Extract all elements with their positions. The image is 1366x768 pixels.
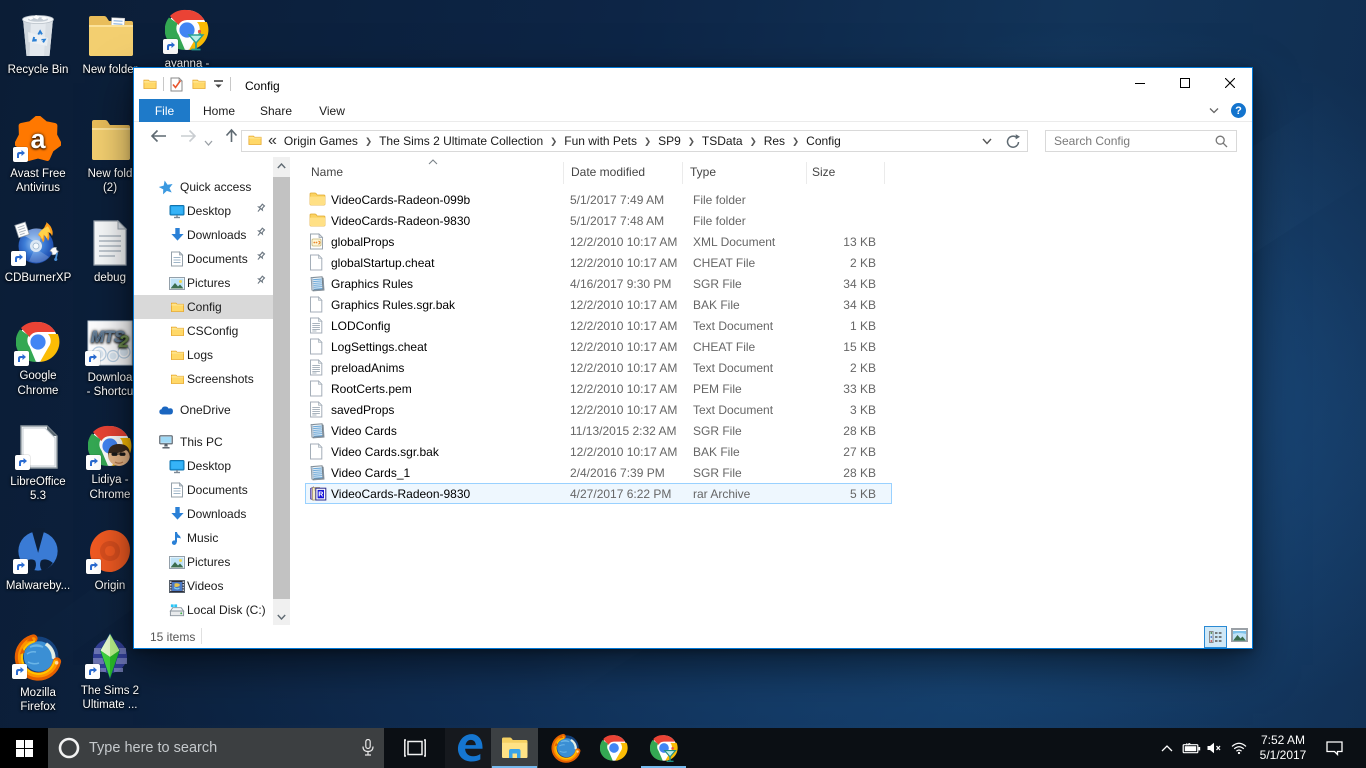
svg-text:a: a: [30, 124, 46, 154]
svg-text:R: R: [318, 492, 323, 499]
svg-text:2: 2: [118, 332, 129, 351]
